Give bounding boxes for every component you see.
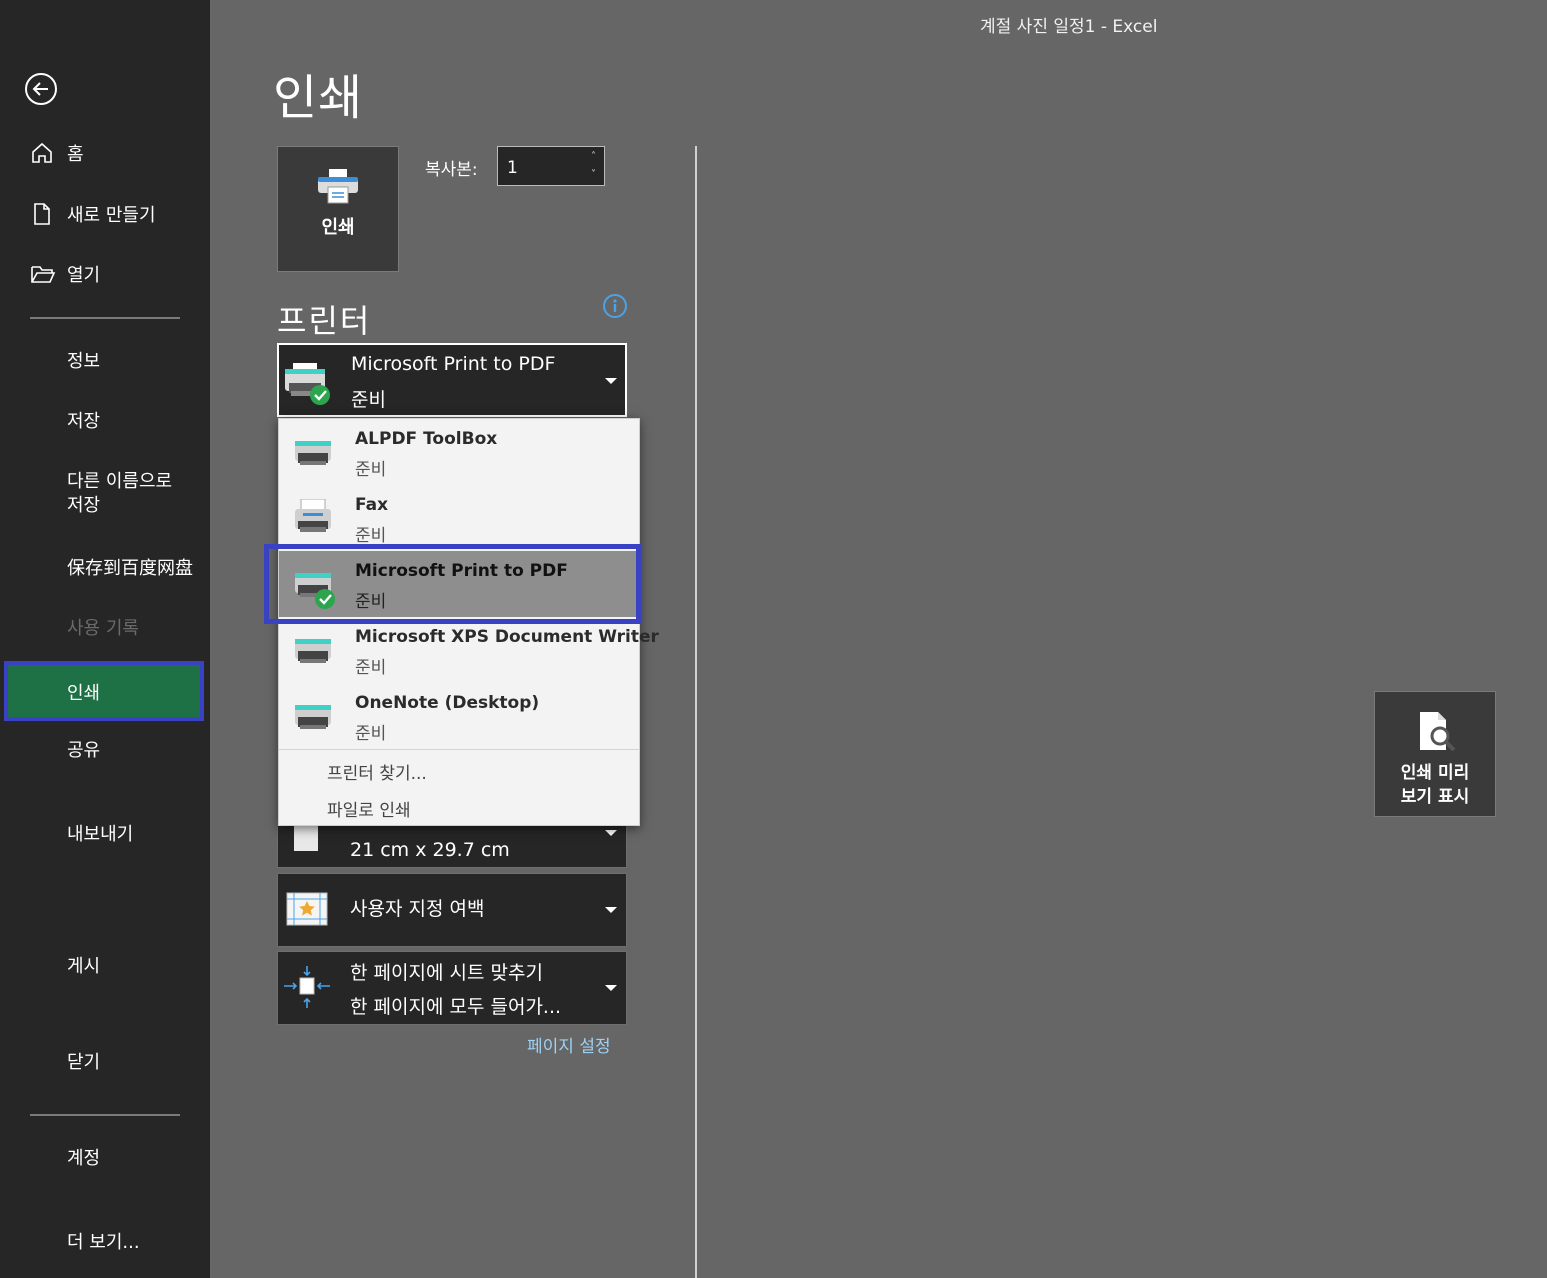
printer-option-status: 준비 xyxy=(355,460,387,480)
printer-icon xyxy=(291,697,335,737)
dropdown-caret-icon xyxy=(605,378,617,384)
printer-icon xyxy=(291,433,335,473)
printer-option-alpdf[interactable]: ALPDF ToolBox 준비 xyxy=(279,419,639,485)
printer-option-name: Microsoft XPS Document Writer xyxy=(355,627,659,647)
dropdown-caret-icon xyxy=(605,907,617,913)
sidebar-item-label: 다른 이름으로 xyxy=(67,471,173,492)
selected-option-highlight xyxy=(264,544,641,624)
back-arrow-circle-icon[interactable] xyxy=(24,72,58,106)
preview-button-line2: 보기 표시 xyxy=(1400,787,1470,807)
sidebar-item-label: 열기 xyxy=(67,265,101,286)
copies-value: 1 xyxy=(507,158,518,178)
printer-option-ms-xps[interactable]: Microsoft XPS Document Writer 준비 xyxy=(279,617,659,683)
sidebar-item-label: 게시 xyxy=(67,956,101,977)
find-printer-option[interactable]: 프린터 찾기... xyxy=(327,759,427,784)
sidebar-divider xyxy=(30,1114,180,1116)
sidebar-item-save-as[interactable]: 다른 이름으로 저장 xyxy=(0,468,210,522)
sidebar-item-account[interactable]: 계정 xyxy=(0,1135,210,1179)
sidebar-item-label: 저장 xyxy=(67,495,101,516)
printer-option-name: Fax xyxy=(355,495,389,515)
selected-printer-status: 준비 xyxy=(351,389,386,411)
window-title: 계절 사진 일정1 - Excel xyxy=(980,17,1158,37)
sidebar-item-label: 인쇄 xyxy=(67,683,101,704)
chevron-down-icon[interactable]: ˅ xyxy=(591,170,596,180)
scaling-select[interactable]: 한 페이지에 시트 맞추기 한 페이지에 모두 들어가... xyxy=(277,951,627,1025)
printer-option-name: OneNote (Desktop) xyxy=(355,693,540,713)
chevron-up-icon[interactable]: ˄ xyxy=(591,152,596,162)
margins-label: 사용자 지정 여백 xyxy=(350,898,485,920)
print-button-label: 인쇄 xyxy=(321,217,355,238)
sidebar-item-history: 사용 기록 xyxy=(0,605,210,649)
sidebar-item-label: 내보내기 xyxy=(67,824,134,845)
printer-option-onenote[interactable]: OneNote (Desktop) 준비 xyxy=(279,683,639,749)
sidebar-item-publish[interactable]: 게시 xyxy=(0,943,210,987)
printer-select[interactable]: Microsoft Print to PDF 준비 xyxy=(277,343,627,417)
printer-option-status: 준비 xyxy=(355,724,387,744)
paper-icon xyxy=(294,823,318,851)
sidebar-item-share[interactable]: 공유 xyxy=(0,727,210,771)
panel-divider xyxy=(695,146,697,1278)
paper-size-value: 21 cm x 29.7 cm xyxy=(350,839,510,861)
sidebar-item-more[interactable]: 더 보기... xyxy=(0,1219,210,1263)
sidebar-item-print[interactable]: 인쇄 xyxy=(4,661,204,721)
dropdown-caret-icon xyxy=(605,985,617,991)
printer-option-status: 준비 xyxy=(355,658,387,678)
sidebar-item-save[interactable]: 저장 xyxy=(0,398,210,442)
home-icon xyxy=(30,141,54,165)
print-preview-icon xyxy=(1416,710,1460,754)
printer-option-name: ALPDF ToolBox xyxy=(355,429,498,449)
printer-option-status: 준비 xyxy=(355,526,387,546)
sidebar-item-label: 새로 만들기 xyxy=(67,205,156,226)
copies-label: 복사본: xyxy=(425,160,478,180)
new-document-icon xyxy=(30,202,54,226)
sidebar-item-label: 공유 xyxy=(67,740,101,761)
sidebar-item-label: 더 보기... xyxy=(67,1232,140,1253)
printer-icon xyxy=(316,167,360,207)
margins-icon xyxy=(286,892,328,930)
backstage-sidebar: 홈 새로 만들기 열기 정보 저장 다른 이름으로 저장 保存到百度网盘 사용 … xyxy=(0,0,210,1278)
paper-size-select[interactable]: 21 cm x 29.7 cm xyxy=(277,820,627,868)
sidebar-item-label: 계정 xyxy=(67,1148,101,1169)
sidebar-item-info[interactable]: 정보 xyxy=(0,338,210,382)
copies-stepper[interactable]: 1 ˄ ˅ xyxy=(497,146,605,186)
print-button[interactable]: 인쇄 xyxy=(277,146,399,272)
scaling-line2: 한 페이지에 모두 들어가... xyxy=(350,996,562,1018)
sidebar-item-baidu[interactable]: 保存到百度网盘 xyxy=(0,545,210,589)
info-icon[interactable] xyxy=(602,293,628,319)
open-folder-icon xyxy=(30,262,56,286)
scaling-line1: 한 페이지에 시트 맞추기 xyxy=(350,962,543,984)
printer-section-title: 프린터 xyxy=(277,302,372,340)
page-setup-link[interactable]: 페이지 설정 xyxy=(527,1032,611,1057)
sidebar-item-new[interactable]: 새로 만들기 xyxy=(0,192,210,236)
fax-icon xyxy=(291,498,335,539)
dropdown-divider xyxy=(279,749,639,750)
print-to-file-option[interactable]: 파일로 인쇄 xyxy=(327,796,411,821)
printer-ready-icon xyxy=(283,361,333,407)
sidebar-item-open[interactable]: 열기 xyxy=(0,252,210,296)
printer-option-fax[interactable]: Fax 준비 xyxy=(279,485,639,551)
printer-icon xyxy=(291,631,335,671)
sidebar-item-close[interactable]: 닫기 xyxy=(0,1039,210,1083)
fit-to-page-icon xyxy=(282,964,332,1014)
page-title: 인쇄 xyxy=(273,70,364,126)
sidebar-item-export[interactable]: 내보내기 xyxy=(0,811,210,855)
sidebar-divider xyxy=(30,317,180,319)
sidebar-item-home[interactable]: 홈 xyxy=(0,131,210,175)
sidebar-item-label: 홈 xyxy=(67,144,84,165)
sidebar-item-label: 保存到百度网盘 xyxy=(67,558,193,579)
preview-button-line1: 인쇄 미리 xyxy=(1400,763,1470,783)
sidebar-item-label: 정보 xyxy=(67,351,101,372)
sidebar-item-label: 저장 xyxy=(67,411,101,432)
selected-printer-name: Microsoft Print to PDF xyxy=(351,353,556,375)
sidebar-item-label: 닫기 xyxy=(67,1052,101,1073)
dropdown-caret-icon xyxy=(605,830,617,836)
show-print-preview-button[interactable]: 인쇄 미리 보기 표시 xyxy=(1374,691,1496,817)
sidebar-item-label: 사용 기록 xyxy=(67,618,139,639)
margins-select[interactable]: 사용자 지정 여백 xyxy=(277,873,627,947)
